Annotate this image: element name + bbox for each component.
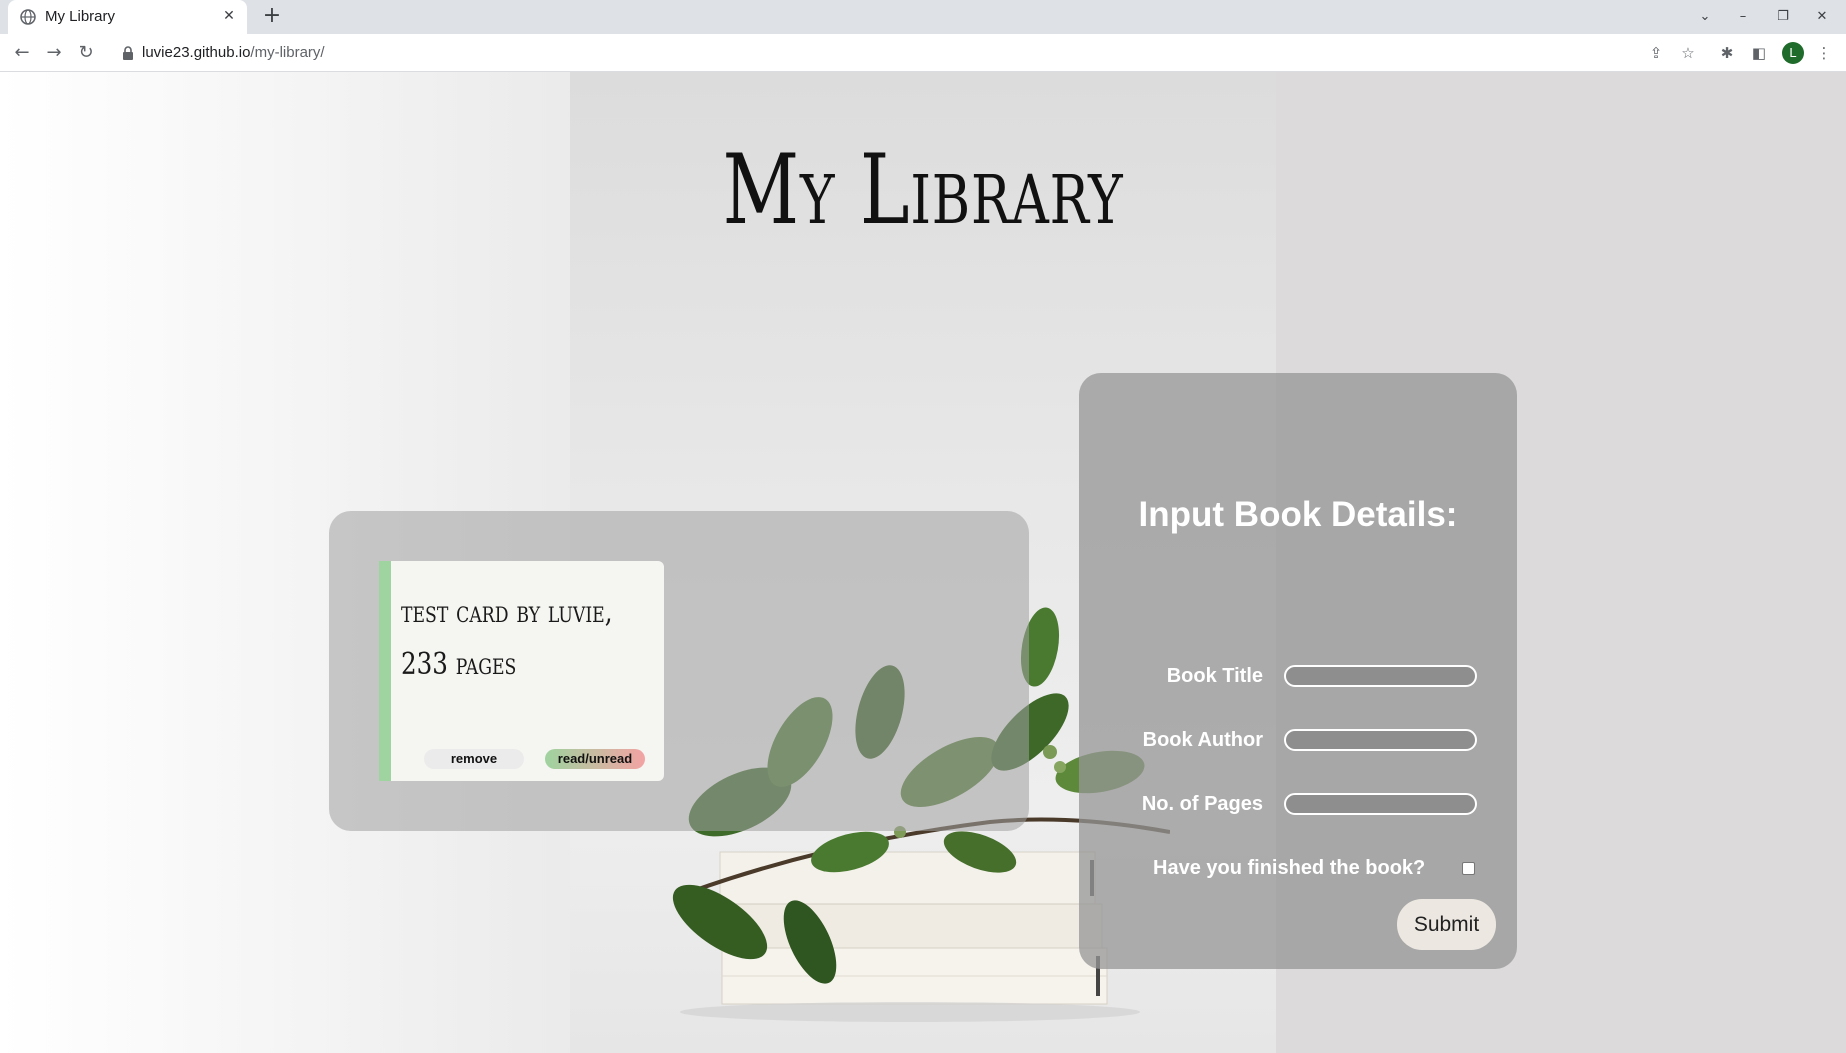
url-host: luvie23.github.io (142, 44, 251, 61)
profile-avatar[interactable]: L (1782, 42, 1804, 64)
pages-input[interactable] (1284, 793, 1477, 815)
share-icon[interactable]: ⇪ (1644, 41, 1668, 65)
book-card: test card by luvie, 233 pages remove rea… (379, 561, 664, 781)
finished-label: Have you finished the book? (1153, 857, 1426, 879)
book-author-label: Book Author (1142, 729, 1263, 751)
close-tab-icon[interactable]: ✕ (221, 8, 237, 24)
finished-checkbox[interactable] (1462, 862, 1475, 875)
menu-kebab-icon[interactable]: ⋮ (1812, 41, 1836, 65)
extensions-icon[interactable]: ✱ (1715, 41, 1739, 65)
minimize-icon[interactable]: – (1732, 6, 1754, 28)
remove-button[interactable]: remove (424, 749, 524, 769)
address-bar[interactable]: luvie23.github.io/my-library/ (112, 38, 1622, 68)
read-unread-toggle-button[interactable]: read/unread (545, 749, 645, 769)
book-card-text: test card by luvie, 233 pages (401, 587, 614, 691)
url-path: /my-library/ (250, 44, 325, 61)
reload-icon[interactable]: ↻ (74, 41, 98, 65)
book-title-input[interactable] (1284, 665, 1477, 687)
book-card-title-author: test card by luvie, (401, 595, 613, 630)
book-title-label: Book Title (1166, 665, 1263, 687)
forward-icon[interactable]: → (42, 41, 66, 65)
bookmark-star-icon[interactable]: ☆ (1676, 41, 1700, 65)
submit-button[interactable]: Submit (1397, 899, 1496, 950)
close-window-icon[interactable]: ✕ (1811, 6, 1833, 28)
tab-title: My Library (45, 8, 116, 25)
pages-label: No. of Pages (1141, 793, 1263, 815)
tab-search-icon[interactable]: ⌄ (1694, 6, 1716, 28)
url-text: luvie23.github.io/my-library/ (142, 44, 325, 61)
book-form-panel: Input Book Details: Book Title Book Auth… (1079, 373, 1517, 969)
book-author-input[interactable] (1284, 729, 1477, 751)
browser-tab[interactable]: My Library ✕ (8, 0, 247, 34)
restore-icon[interactable]: ❐ (1772, 6, 1794, 28)
library-panel: test card by luvie, 233 pages remove rea… (329, 511, 1029, 831)
lock-icon (123, 46, 133, 60)
globe-icon (20, 9, 36, 25)
form-heading: Input Book Details: (1138, 495, 1458, 534)
page-viewport: My Library test card by luvie, 233 pages… (0, 72, 1846, 1053)
page-title: My Library (722, 134, 1124, 246)
back-icon[interactable]: ← (10, 41, 34, 65)
side-panel-icon[interactable]: ◧ (1747, 41, 1771, 65)
book-card-pages: 233 pages (401, 647, 517, 682)
new-tab-button[interactable]: + (260, 5, 284, 29)
browser-toolbar: ← → ↻ luvie23.github.io/my-library/ ⇪ ☆ … (0, 34, 1846, 72)
tab-strip: My Library ✕ + ⌄ – ❐ ✕ (0, 0, 1846, 34)
